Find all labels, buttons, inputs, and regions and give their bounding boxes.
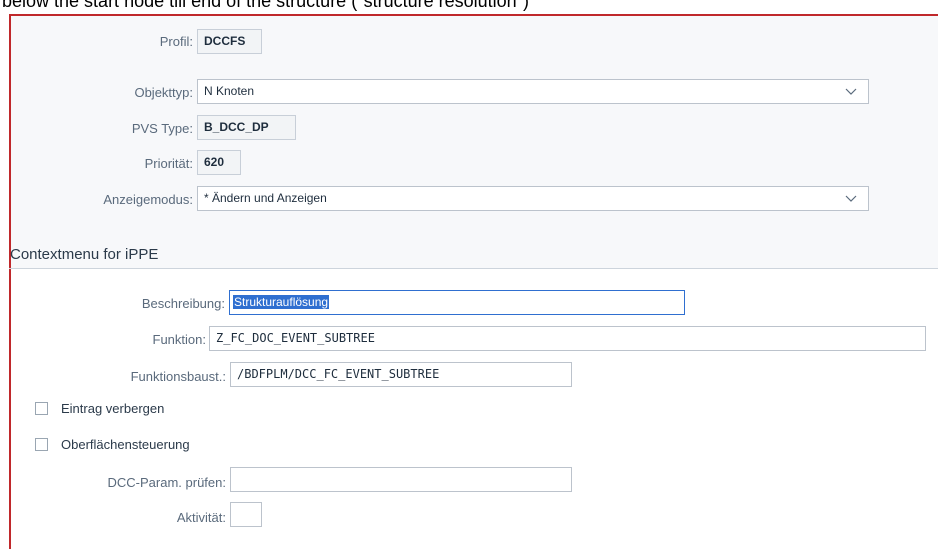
- beschreibung-value: Strukturauflösung: [233, 295, 330, 309]
- beschreibung-input[interactable]: Strukturauflösung: [229, 290, 685, 315]
- oberflaechensteuerung-label: Oberflächensteuerung: [61, 437, 190, 452]
- funktionsbaust-input[interactable]: /BDFPLM/DCC_FC_EVENT_SUBTREE: [230, 362, 572, 387]
- chevron-down-icon[interactable]: [844, 191, 858, 205]
- aktivitaet-label: Aktivität:: [176, 510, 226, 525]
- beschreibung-label: Beschreibung:: [141, 296, 225, 311]
- prioritaet-label: Priorität:: [144, 156, 193, 171]
- profil-field[interactable]: DCCFS: [197, 29, 262, 54]
- profil-label: Profil:: [159, 34, 193, 49]
- section-title: Contextmenu for iPPE: [10, 246, 159, 263]
- aktivitaet-input[interactable]: [230, 502, 262, 527]
- anzeigemodus-label: Anzeigemodus:: [103, 192, 193, 207]
- pvs-type-field[interactable]: B_DCC_DP: [197, 115, 296, 140]
- objekttyp-value: N Knoten: [204, 84, 255, 98]
- chevron-down-icon[interactable]: [844, 84, 858, 98]
- funktion-input[interactable]: Z_FC_DOC_EVENT_SUBTREE: [209, 326, 926, 351]
- objekttyp-dropdown[interactable]: N Knoten: [197, 79, 869, 104]
- anzeigemodus-dropdown[interactable]: * Ändern und Anzeigen: [197, 186, 869, 211]
- page-caption: below the start node till end of the str…: [2, 0, 530, 11]
- dcc-param-input[interactable]: [230, 467, 572, 492]
- funktion-label: Funktion:: [152, 332, 206, 347]
- anzeigemodus-value: * Ändern und Anzeigen: [204, 191, 327, 205]
- oberflaechensteuerung-checkbox[interactable]: [35, 438, 48, 451]
- eintrag-verbergen-checkbox[interactable]: [35, 402, 48, 415]
- objekttyp-label: Objekttyp:: [134, 85, 193, 100]
- eintrag-verbergen-label: Eintrag verbergen: [61, 401, 165, 416]
- funktionsbaust-label: Funktionsbaust.:: [130, 369, 226, 384]
- pvs-type-label: PVS Type:: [131, 121, 193, 136]
- prioritaet-field[interactable]: 620: [197, 150, 241, 175]
- dcc-param-label: DCC-Param. prüfen:: [107, 475, 226, 490]
